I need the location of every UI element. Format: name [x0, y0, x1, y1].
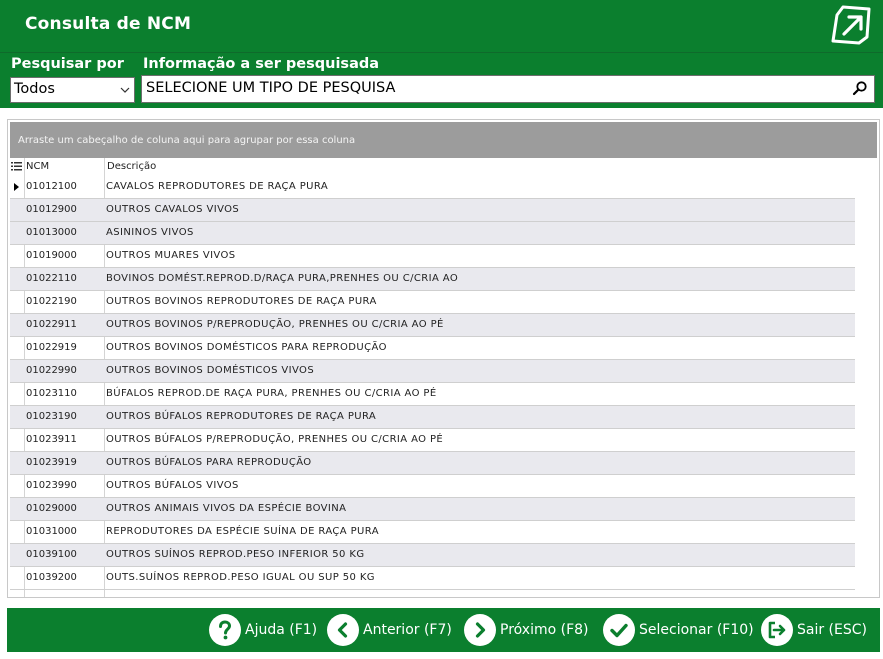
next-button[interactable]: Próximo (F8): [464, 614, 589, 646]
table-row[interactable]: 01039200 OUTS.SUÍNOS REPROD.PESO IGUAL OU…: [10, 567, 855, 590]
cell-ncm: 01012100: [26, 181, 77, 192]
table-row[interactable]: 01023911 OUTROS BÚFALOS P/REPRODUÇÃO, PRE…: [10, 429, 855, 452]
table-row[interactable]: 01039100 OUTROS SUÍNOS REPROD.PESO INFERI…: [10, 544, 855, 567]
cell-ncm: 01029000: [26, 503, 77, 514]
arrow-right-icon: [475, 622, 486, 638]
cell-descricao: OUTROS BÚFALOS P/REPRODUÇÃO, PRENHES OU …: [106, 434, 444, 445]
cell-descricao: BÚFALOS REPROD.DE RAÇA PURA, PRENHES OU …: [106, 388, 437, 399]
previous-button[interactable]: Anterior (F7): [327, 614, 452, 646]
cell-descricao: OUTROS BOVINOS REPRODUTORES DE RAÇA PURA: [106, 296, 377, 307]
cell-ncm: 01023911: [26, 434, 77, 445]
exit-button[interactable]: Sair (ESC): [761, 614, 867, 646]
cell-ncm: 01022990: [26, 365, 77, 376]
chevron-down-icon: [120, 87, 130, 93]
grid-rows: 01012100 CAVALOS REPRODUTORES DE RAÇA PUR…: [10, 176, 855, 590]
footer-toolbar: Ajuda (F1) Anterior (F7) Próximo (F8) Se…: [7, 608, 880, 652]
cell-descricao: OUTROS CAVALOS VIVOS: [106, 204, 240, 215]
help-icon: [219, 620, 232, 640]
table-row[interactable]: 01022990 OUTROS BOVINOS DOMÉSTICOS VIVOS: [10, 360, 855, 383]
cell-descricao: OUTROS BÚFALOS REPRODUTORES DE RAÇA PURA: [106, 411, 377, 422]
cell-ncm: 01023110: [26, 388, 77, 399]
cell-descricao: OUTROS BOVINOS P/REPRODUÇÃO, PRENHES OU …: [106, 319, 444, 330]
search-input[interactable]: SELECIONE UM TIPO DE PESQUISA: [141, 75, 875, 103]
cell-descricao: ASININOS VIVOS: [106, 227, 194, 238]
search-by-label: Pesquisar por: [11, 56, 124, 72]
cell-ncm: 01022110: [26, 273, 77, 284]
table-row[interactable]: 01023919 OUTROS BÚFALOS PARA REPRODUÇÃO: [10, 452, 855, 475]
search-by-value: Todos: [14, 81, 55, 97]
search-info-label: Informação a ser pesquisada: [143, 56, 380, 72]
cell-ncm: 01023919: [26, 457, 77, 468]
table-row[interactable]: 01023110 BÚFALOS REPROD.DE RAÇA PURA, PRE…: [10, 383, 855, 406]
search-bar: Pesquisar por Informação a ser pesquisad…: [0, 52, 883, 108]
ncm-grid: Arraste um cabeçalho de coluna aqui para…: [7, 119, 880, 598]
title-bar: Consulta de NCM: [0, 0, 883, 52]
table-row[interactable]: 01012900 OUTROS CAVALOS VIVOS: [10, 199, 855, 222]
exit-arrow-icon[interactable]: [829, 3, 875, 47]
table-row[interactable]: 01022919 OUTROS BOVINOS DOMÉSTICOS PARA R…: [10, 337, 855, 360]
help-label: Ajuda (F1): [245, 622, 318, 638]
cell-ncm: 01022911: [26, 319, 77, 330]
next-label: Próximo (F8): [500, 622, 589, 638]
table-row[interactable]: 01012100 CAVALOS REPRODUTORES DE RAÇA PUR…: [10, 176, 855, 199]
cell-ncm: 01023190: [26, 411, 77, 422]
cell-descricao: OUTROS SUÍNOS REPROD.PESO INFERIOR 50 KG: [106, 549, 365, 560]
table-row[interactable]: 01023190 OUTROS BÚFALOS REPRODUTORES DE R…: [10, 406, 855, 429]
previous-label: Anterior (F7): [363, 622, 452, 638]
check-icon: [610, 623, 628, 638]
table-row[interactable]: 01022190 OUTROS BOVINOS REPRODUTORES DE R…: [10, 291, 855, 314]
grid-header: NCM Descrição: [10, 158, 855, 176]
table-row[interactable]: 01031000 REPRODUTORES DA ESPÉCIE SUÍNA DE…: [10, 521, 855, 544]
cell-descricao: CAVALOS REPRODUTORES DE RAÇA PURA: [106, 181, 329, 192]
table-row[interactable]: 01013000 ASININOS VIVOS: [10, 222, 855, 245]
arrow-left-icon: [337, 622, 348, 638]
cell-descricao: OUTROS BÚFALOS PARA REPRODUÇÃO: [106, 457, 312, 468]
cell-descricao: OUTROS MUARES VIVOS: [106, 250, 236, 261]
column-header-descricao[interactable]: Descrição: [107, 161, 156, 172]
cell-ncm: 01022190: [26, 296, 77, 307]
exit-label: Sair (ESC): [797, 622, 867, 638]
grid-scroll-area[interactable]: [855, 176, 877, 597]
select-button[interactable]: Selecionar (F10): [603, 614, 754, 646]
cell-ncm: 01039100: [26, 549, 77, 560]
select-label: Selecionar (F10): [639, 622, 754, 638]
window-title: Consulta de NCM: [25, 14, 192, 34]
row-indicator-icon: [14, 183, 19, 191]
column-menu-icon[interactable]: [11, 161, 22, 172]
column-header-ncm[interactable]: NCM: [26, 161, 49, 172]
table-row[interactable]: 01019000 OUTROS MUARES VIVOS: [10, 245, 855, 268]
group-by-panel[interactable]: Arraste um cabeçalho de coluna aqui para…: [10, 122, 877, 158]
search-input-value: SELECIONE UM TIPO DE PESQUISA: [146, 80, 396, 96]
search-by-select[interactable]: Todos: [10, 77, 135, 103]
help-button[interactable]: Ajuda (F1): [209, 614, 317, 646]
exit-door-icon: [768, 621, 786, 639]
cell-descricao: OUTROS ANIMAIS VIVOS DA ESPÉCIE BOVINA: [106, 503, 347, 514]
table-row[interactable]: 01023990 OUTROS BÚFALOS VIVOS: [10, 475, 855, 498]
cell-ncm: 01039200: [26, 572, 77, 583]
cell-descricao: OUTROS BÚFALOS VIVOS: [106, 480, 239, 491]
cell-ncm: 01023990: [26, 480, 77, 491]
cell-descricao: REPRODUTORES DA ESPÉCIE SUÍNA DE RAÇA PU…: [106, 526, 379, 537]
cell-descricao: BOVINOS DOMÉST.REPROD.D/RAÇA PURA,PRENHE…: [106, 273, 459, 284]
cell-ncm: 01019000: [26, 250, 77, 261]
cell-descricao: OUTROS BOVINOS DOMÉSTICOS VIVOS: [106, 365, 315, 376]
cell-ncm: 01031000: [26, 526, 77, 537]
cell-descricao: OUTS.SUÍNOS REPROD.PESO IGUAL OU SUP 50 …: [106, 572, 375, 583]
cell-descricao: OUTROS BOVINOS DOMÉSTICOS PARA REPRODUÇÃ…: [106, 342, 387, 353]
table-row[interactable]: 01022110 BOVINOS DOMÉST.REPROD.D/RAÇA PUR…: [10, 268, 855, 291]
cell-ncm: 01012900: [26, 204, 77, 215]
table-row[interactable]: 01022911 OUTROS BOVINOS P/REPRODUÇÃO, PRE…: [10, 314, 855, 337]
table-row[interactable]: 01029000 OUTROS ANIMAIS VIVOS DA ESPÉCIE …: [10, 498, 855, 521]
cell-ncm: 01013000: [26, 227, 77, 238]
search-icon[interactable]: [852, 80, 868, 96]
cell-ncm: 01022919: [26, 342, 77, 353]
